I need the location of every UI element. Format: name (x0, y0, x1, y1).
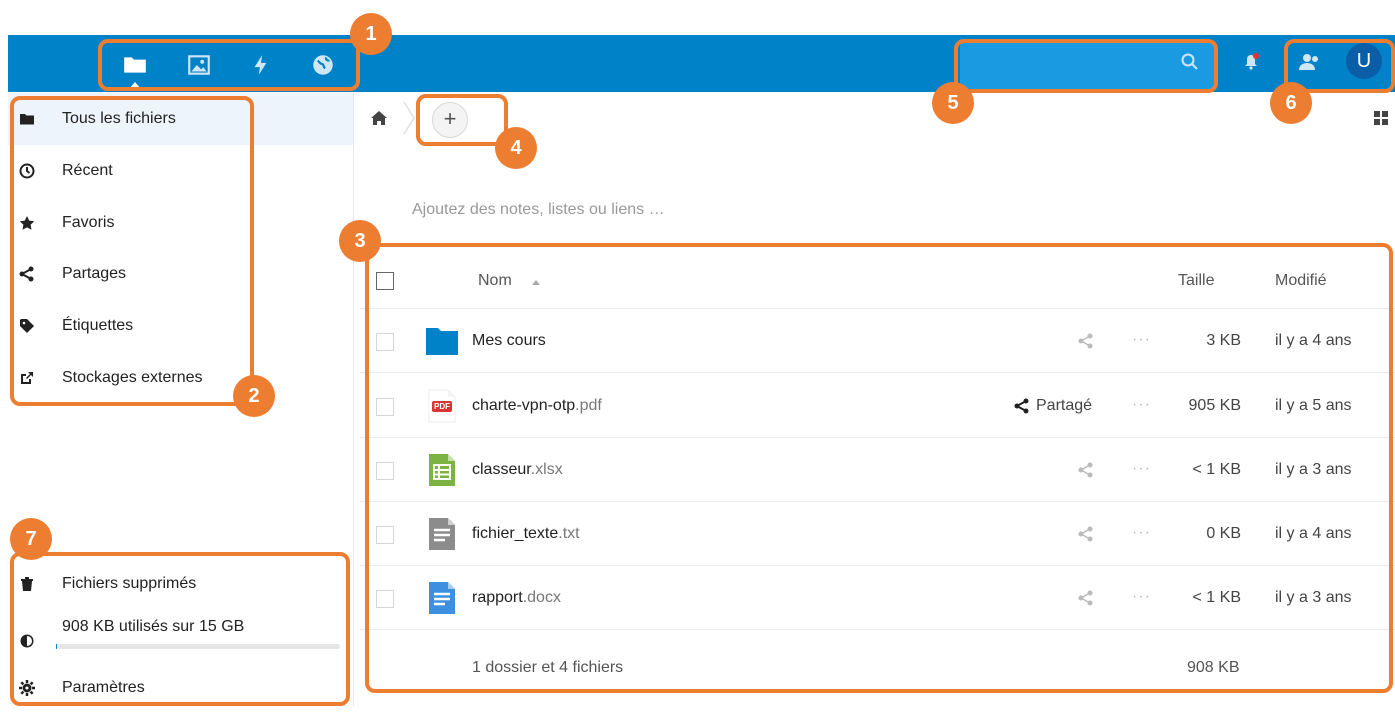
annotation-badge-7: 7 (10, 518, 52, 560)
annotation-box-4 (416, 94, 508, 146)
rich-workspace-placeholder[interactable]: Ajoutez des notes, listes ou liens … (412, 201, 665, 219)
annotation-box-1 (98, 39, 360, 91)
annotation-badge-6: 6 (1270, 82, 1312, 124)
notifications-bell-icon[interactable] (1242, 52, 1260, 72)
annotation-badge-2: 2 (233, 375, 275, 417)
annotation-badge-3: 3 (339, 220, 381, 262)
annotation-badge-4: 4 (495, 127, 537, 169)
annotation-box-3 (365, 243, 1393, 693)
annotation-box-7 (10, 552, 350, 706)
home-breadcrumb-icon[interactable] (370, 110, 388, 126)
grid-view-toggle-icon[interactable] (1373, 110, 1389, 126)
annotation-badge-1: 1 (350, 13, 392, 55)
annotation-badge-5: 5 (932, 82, 974, 124)
annotation-box-5 (954, 39, 1218, 93)
annotation-box-2 (10, 96, 254, 406)
